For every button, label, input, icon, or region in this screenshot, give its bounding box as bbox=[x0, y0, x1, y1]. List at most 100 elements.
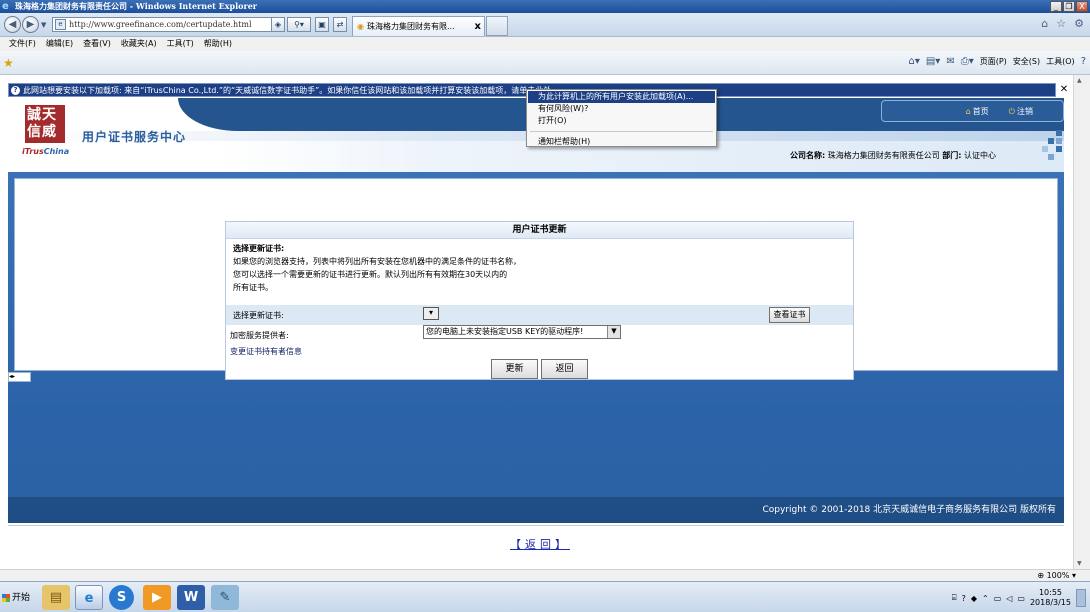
infobar-context-menu: 为此计算机上的所有用户安装此加载项(A)... 有何风险(W)? 打开(O) 通… bbox=[526, 89, 717, 147]
tray-monitor-icon[interactable]: ▭ bbox=[1017, 594, 1025, 603]
page-viewport: ▲ ▼ ? 此网站想要安装以下加载项: 来自“iTrusChina Co.,Lt… bbox=[0, 75, 1090, 572]
home-cmd-icon[interactable]: ⌂▾ bbox=[908, 56, 919, 67]
tab-close-icon[interactable]: x bbox=[475, 21, 481, 32]
footer-back-link[interactable]: 【返回】 bbox=[510, 536, 570, 552]
update-button[interactable]: 更新 bbox=[491, 359, 538, 379]
vertical-scrollbar[interactable]: ▲ ▼ bbox=[1073, 75, 1090, 569]
word-icon[interactable]: W bbox=[177, 585, 205, 610]
menu-edit[interactable]: 编辑(E) bbox=[41, 37, 78, 51]
company-info: 公司名称: 珠海格力集团财务有限责任公司 部门: 认证中心 bbox=[790, 150, 996, 161]
settings-gear-icon[interactable]: ⚙ bbox=[1074, 17, 1084, 30]
menu-what-risk[interactable]: 有何风险(W)? bbox=[528, 103, 715, 115]
form-intro: 选择更新证书: 如果您的浏览器支持，列表中将列出所有安装在您机器中的满足条件的证… bbox=[226, 239, 853, 297]
zoom-icon: ⊕ bbox=[1037, 571, 1045, 580]
recent-pages-dropdown-icon[interactable]: ▼ bbox=[41, 21, 46, 29]
menu-open[interactable]: 打开(O) bbox=[528, 115, 715, 127]
favorites-bar-star-icon[interactable]: ★ bbox=[3, 56, 14, 70]
mail-icon[interactable]: ✉ bbox=[946, 56, 954, 67]
close-button[interactable]: X bbox=[1076, 1, 1088, 12]
menu-infobar-help[interactable]: 通知栏帮助(H) bbox=[528, 136, 715, 148]
page-menu[interactable]: 页面(P) bbox=[980, 56, 1007, 67]
search-dropdown-icon[interactable]: ⚲▾ bbox=[287, 17, 311, 32]
scroll-down-icon[interactable]: ▼ bbox=[1077, 560, 1082, 567]
home-link[interactable]: ⌂ 首页 bbox=[966, 106, 989, 117]
tray-keyboard-icon[interactable]: ▭ bbox=[994, 594, 1002, 603]
forward-nav-button[interactable]: ▶ bbox=[22, 16, 39, 33]
scroll-up-icon[interactable]: ▲ bbox=[1077, 77, 1082, 84]
menu-file[interactable]: 文件(F) bbox=[4, 37, 41, 51]
company-label: 公司名称: bbox=[790, 151, 826, 160]
start-button[interactable]: 开始 bbox=[0, 587, 35, 609]
cert-select[interactable]: ▾ bbox=[423, 307, 439, 320]
chevron-down-icon: ▼ bbox=[607, 326, 620, 338]
address-toolbar: ◀ ▶ ▼ e http://www.greefinance.com/certu… bbox=[0, 13, 1090, 37]
tab-active[interactable]: ◉ 珠海格力集团财务有限... x bbox=[352, 16, 485, 36]
tray-network-icon[interactable]: ⌸ bbox=[952, 593, 957, 603]
clock[interactable]: 10:55 2018/3/15 bbox=[1030, 588, 1071, 608]
address-url: http://www.greefinance.com/certupdate.ht… bbox=[69, 20, 252, 29]
ie-logo-icon: e bbox=[2, 1, 9, 12]
clock-date: 2018/3/15 bbox=[1029, 598, 1071, 607]
safety-menu[interactable]: 安全(S) bbox=[1013, 56, 1040, 67]
favorites-star-icon[interactable]: ☆ bbox=[1056, 17, 1066, 30]
new-tab-button[interactable] bbox=[486, 16, 508, 36]
form-heading: 用户证书更新 bbox=[226, 222, 853, 239]
browser-s-icon[interactable]: S bbox=[109, 585, 134, 610]
compat-view-icon[interactable]: ◈ bbox=[271, 17, 285, 32]
print-icon[interactable]: ⎙▾ bbox=[961, 56, 974, 67]
select-cert-label: 选择更新证书: bbox=[233, 311, 284, 320]
select-cert-row: 选择更新证书: ▾ 查看证书 bbox=[226, 305, 853, 325]
tab-favicon-icon: ◉ bbox=[357, 22, 364, 31]
page-icon[interactable]: ▣ bbox=[315, 17, 329, 32]
back-nav-button[interactable]: ◀ bbox=[4, 16, 21, 33]
tool-icon[interactable]: ✎ bbox=[211, 585, 239, 610]
feeds-icon[interactable]: ▤▾ bbox=[926, 56, 940, 67]
intro-line: 所有证书。 bbox=[233, 283, 273, 292]
side-toggle[interactable]: ◂▸ bbox=[8, 372, 31, 382]
menu-favorites[interactable]: 收藏夹(A) bbox=[116, 37, 162, 51]
change-holder-link[interactable]: 变更证书持有者信息 bbox=[230, 346, 302, 357]
home-icon[interactable]: ⌂ bbox=[1041, 17, 1048, 30]
itrus-logo[interactable]: 誠天信威 iTrusChina bbox=[22, 105, 69, 161]
media-player-icon[interactable]: ▶ bbox=[143, 585, 171, 610]
top-links: ⌂ 首页 ⏻ 注销 bbox=[881, 100, 1064, 122]
site-container: 誠天信威 iTrusChina 用户证书服务中心 ⌂ 首页 ⏻ 注销 公司名称: 珠… bbox=[8, 98, 1064, 572]
footer-divider bbox=[8, 525, 1064, 526]
internet-explorer-icon[interactable]: e bbox=[75, 585, 103, 610]
footer-band: Copyright © 2001-2018 北京天威诚信电子商务服务有限公司 版… bbox=[8, 497, 1064, 523]
explorer-folder-icon[interactable]: ▤ bbox=[42, 585, 70, 610]
help-icon[interactable]: ? bbox=[1081, 56, 1086, 67]
tray-expand-icon[interactable]: ⌃ bbox=[982, 594, 989, 603]
infobar-close-icon[interactable]: ✕ bbox=[1058, 83, 1070, 97]
tray-volume-icon[interactable]: ◁ bbox=[1006, 594, 1012, 603]
favicon-icon: e bbox=[55, 19, 66, 30]
menu-view[interactable]: 查看(V) bbox=[78, 37, 116, 51]
view-cert-button[interactable]: 查看证书 bbox=[769, 307, 810, 323]
back-button[interactable]: 返回 bbox=[541, 359, 588, 379]
site-title: 用户证书服务中心 bbox=[82, 130, 187, 144]
restore-button[interactable]: ❐ bbox=[1063, 1, 1075, 12]
address-field[interactable]: e http://www.greefinance.com/certupdate.… bbox=[52, 17, 284, 32]
refresh-icon[interactable]: ⇄ bbox=[333, 17, 347, 32]
system-tray: ⌸ ? ◆ ⌃ ▭ ◁ ▭ 10:55 2018/3/15 bbox=[952, 584, 1086, 612]
below-footer: 【返回】 bbox=[8, 523, 1064, 572]
taskbar: 开始 ▤ e S ▶ W ✎ ⌸ ? ◆ ⌃ ▭ ◁ ▭ 10:55 2018/… bbox=[0, 581, 1090, 612]
logout-link[interactable]: ⏻ 注销 bbox=[1009, 106, 1033, 117]
menu-help[interactable]: 帮助(H) bbox=[199, 37, 237, 51]
intro-line: 如果您的浏览器支持，列表中将列出所有安装在您机器中的满足条件的证书名称， bbox=[233, 257, 521, 266]
tools-menu[interactable]: 工具(O) bbox=[1046, 56, 1075, 67]
menu-bar: 文件(F) 编辑(E) 查看(V) 收藏夹(A) 工具(T) 帮助(H) bbox=[0, 37, 1090, 51]
clock-time: 10:55 bbox=[1038, 588, 1063, 597]
minimize-button[interactable]: _ bbox=[1050, 1, 1062, 12]
menu-install-all-users[interactable]: 为此计算机上的所有用户安装此加载项(A)... bbox=[528, 91, 715, 103]
menu-tools[interactable]: 工具(T) bbox=[162, 37, 199, 51]
window-title: 珠海格力集团财务有限责任公司 - Windows Internet Explor… bbox=[15, 1, 257, 11]
show-desktop-icon[interactable] bbox=[1076, 589, 1086, 607]
provider-value: 您的电脑上未安装指定USB KEY的驱动程序! bbox=[426, 327, 584, 336]
tray-help-icon[interactable]: ? bbox=[962, 594, 966, 603]
decorative-squares bbox=[1042, 128, 1064, 172]
tray-security-icon[interactable]: ◆ bbox=[971, 594, 977, 603]
tab-title: 珠海格力集团财务有限... bbox=[366, 22, 455, 31]
provider-select[interactable]: 您的电脑上未安装指定USB KEY的驱动程序! ▼ bbox=[423, 325, 621, 339]
command-bar: ★ ⌂▾ ▤▾ ✉ ⎙▾ 页面(P) 安全(S) 工具(O) ? bbox=[0, 51, 1090, 75]
